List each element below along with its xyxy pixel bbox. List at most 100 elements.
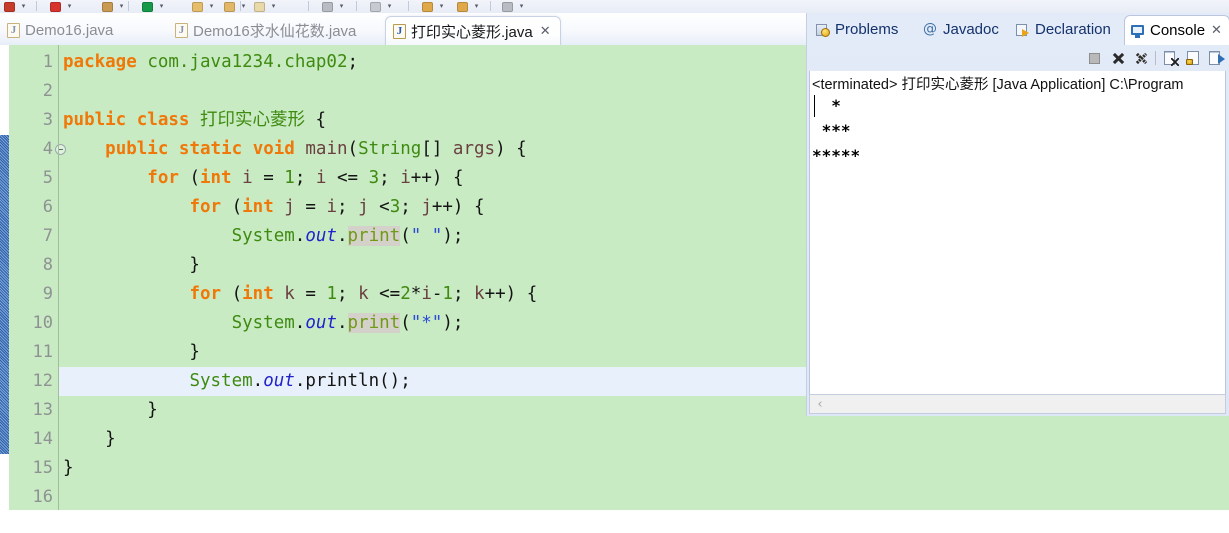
code-token: k [474, 284, 485, 304]
code-token: ; [336, 197, 359, 217]
code-line[interactable]: for (int i = 1; i <= 3; i++) { [59, 164, 806, 193]
line-number: 4 [42, 139, 53, 159]
console-tab-problems[interactable]: Problems [810, 15, 905, 44]
code-line[interactable]: } [59, 425, 806, 454]
toolbar-separator [356, 1, 357, 11]
chevron-down-icon[interactable]: ▾ [270, 3, 277, 10]
editor-tab-3[interactable]: 打印实心菱形.java ✕ [385, 16, 561, 45]
open-type-icon[interactable] [100, 1, 115, 12]
code-line[interactable]: System.out.print("*"); [59, 309, 806, 338]
declaration-icon [1015, 22, 1031, 38]
chevron-down-icon[interactable]: ▾ [386, 3, 393, 10]
scroll-left-arrow-icon[interactable]: ‹ [810, 395, 830, 413]
line-number: 7 [42, 226, 53, 246]
console-tab-bar[interactable]: Problems Javadoc Declaration Console ✕ [806, 13, 1229, 45]
code-token: class [136, 110, 190, 130]
line-number: 1 [42, 52, 53, 72]
chevron-down-icon[interactable]: ▾ [438, 3, 445, 10]
search-icon[interactable] [320, 1, 335, 12]
open-folder-icon[interactable] [222, 1, 237, 12]
import-icon[interactable] [252, 1, 267, 12]
console-icon [1130, 23, 1146, 39]
remove-all-terminated-button[interactable] [1132, 49, 1150, 67]
run-icon[interactable] [140, 1, 155, 12]
forward-icon[interactable] [455, 1, 470, 12]
run-last-tool-icon[interactable] [2, 1, 17, 12]
remove-launch-button[interactable] [1109, 49, 1127, 67]
code-line[interactable]: System.out.println(); [59, 367, 806, 396]
line-number: 12 [32, 371, 53, 391]
display-selected-console-button[interactable] [1207, 49, 1225, 67]
line-number: 16 [32, 487, 53, 507]
change-indicator-ruler [0, 45, 9, 510]
new-folder-icon[interactable] [190, 1, 205, 12]
line-number: 11 [32, 342, 53, 362]
chevron-down-icon[interactable]: ▾ [20, 3, 27, 10]
main-toolbar[interactable]: ▾ ▾ ▾ ▾ ▾ ▾ ▾ ▾ ▾ ▾ ▾ ▾ [0, 0, 1229, 14]
chevron-down-icon[interactable]: ▾ [66, 3, 73, 10]
close-icon[interactable]: ✕ [540, 25, 551, 38]
code-token: j [421, 197, 432, 217]
console-tab-javadoc[interactable]: Javadoc [918, 15, 1006, 44]
code-token: } [63, 400, 158, 420]
editor-tab-1[interactable]: Demo16.java [0, 16, 122, 44]
code-line[interactable]: System.out.print(" "); [59, 222, 806, 251]
code-text-area[interactable]: package com.java1234.chap02; public class… [59, 45, 806, 510]
code-token: . [252, 371, 264, 391]
console-tab-declaration[interactable]: Declaration [1010, 15, 1118, 44]
back-icon[interactable] [420, 1, 435, 12]
clear-console-button[interactable] [1161, 49, 1179, 67]
stop-button[interactable] [1086, 49, 1104, 67]
java-file-icon [175, 22, 188, 38]
chevron-down-icon[interactable]: ▾ [158, 3, 165, 10]
chevron-down-icon[interactable]: ▾ [338, 3, 345, 10]
next-annotation-icon[interactable] [368, 1, 383, 12]
code-token: 1 [442, 284, 453, 304]
chevron-down-icon[interactable]: ▾ [473, 3, 480, 10]
code-line[interactable]: } [59, 396, 806, 425]
code-line[interactable]: } [59, 251, 806, 280]
code-line[interactable] [59, 483, 806, 510]
editor-tab-2[interactable]: Demo16求水仙花数.java [168, 16, 365, 44]
editor-tab-bar[interactable]: Demo16.java Demo16求水仙花数.java 打印实心菱形.java ✕ [0, 13, 806, 46]
external-tools-icon[interactable] [48, 1, 63, 12]
code-editor[interactable]: 1 2 3 4 5 6 7 8 9 10 11 12 13 14 15 16 package com.java… [0, 45, 806, 510]
code-line[interactable]: public class 打印实心菱形 { [59, 106, 806, 135]
code-line[interactable]: public static void main(String[] args) { [59, 135, 806, 164]
code-token: out [263, 371, 295, 391]
chevron-down-icon[interactable]: ▾ [118, 3, 125, 10]
last-edit-icon[interactable] [500, 1, 515, 12]
code-token: com.java1234.chap02 [147, 52, 348, 72]
code-line[interactable]: } [59, 454, 806, 483]
code-token: print [347, 226, 401, 246]
close-icon[interactable]: ✕ [1211, 24, 1222, 37]
console-horizontal-scrollbar[interactable]: ‹ [809, 394, 1226, 414]
code-token: . [294, 226, 306, 246]
code-token: package [63, 52, 137, 72]
code-line[interactable]: for (int k = 1; k <=2*i-1; k++) { [59, 280, 806, 309]
code-token: k [284, 284, 295, 304]
chevron-down-icon[interactable]: ▾ [208, 3, 215, 10]
scroll-lock-button[interactable] [1184, 49, 1202, 67]
console-toolbar[interactable] [1086, 47, 1225, 69]
line-number: 14 [32, 429, 53, 449]
line-number: 3 [42, 110, 53, 130]
console-launch-header: <terminated> 打印实心菱形 [Java Application] C… [812, 77, 1184, 93]
line-number: 2 [42, 81, 53, 101]
console-output-view[interactable]: <terminated> 打印实心菱形 [Java Application] C… [809, 71, 1226, 413]
code-token: int [199, 168, 232, 188]
chevron-down-icon[interactable]: ▾ [240, 3, 247, 10]
code-line[interactable]: package com.java1234.chap02; [59, 48, 806, 77]
console-tab-console[interactable]: Console ✕ [1124, 15, 1229, 45]
chevron-down-icon[interactable]: ▾ [518, 3, 525, 10]
code-token: { [305, 110, 327, 130]
console-panel[interactable]: Problems Javadoc Declaration Console ✕ <term… [806, 13, 1229, 416]
code-line[interactable]: } [59, 338, 806, 367]
code-line[interactable] [59, 77, 806, 106]
code-line[interactable]: for (int j = i; j <3; j++) { [59, 193, 806, 222]
